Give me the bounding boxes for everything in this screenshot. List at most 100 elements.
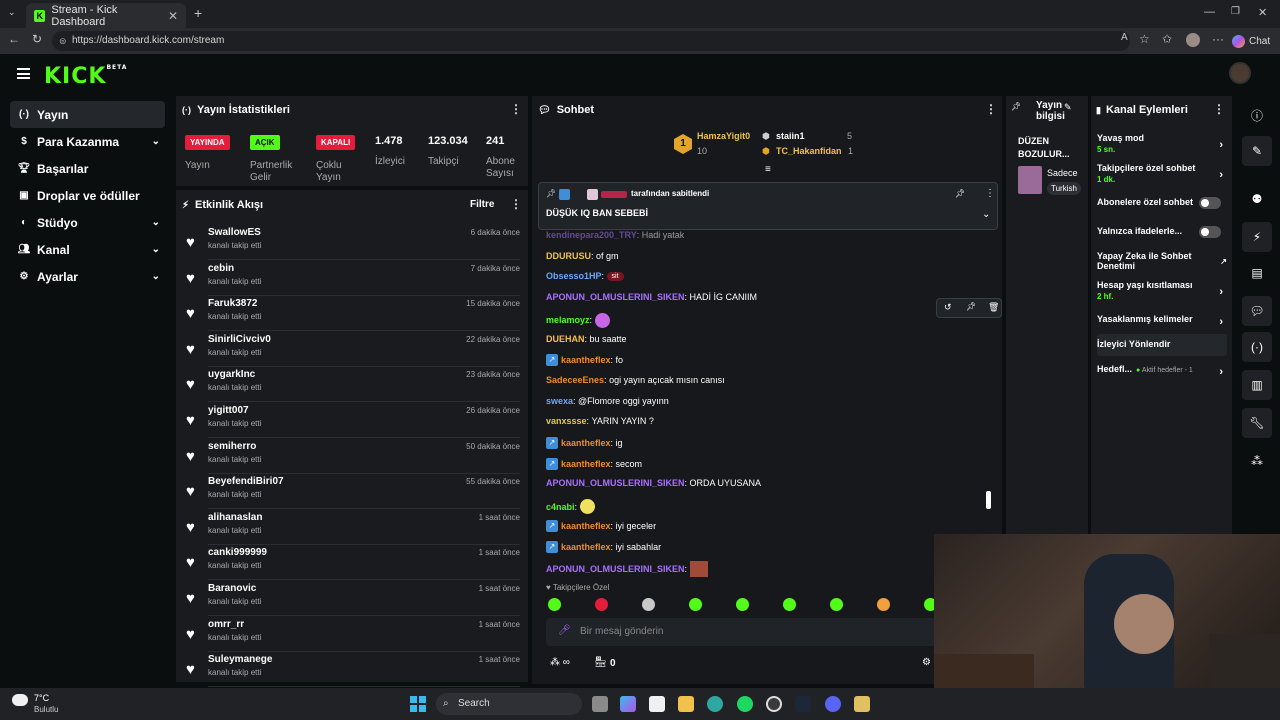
edge-browser-icon[interactable] xyxy=(707,696,723,712)
chat-message[interactable]: DUEHAN: bu saatte xyxy=(546,334,627,344)
emote-shortcut-icon[interactable] xyxy=(736,598,749,611)
chat-message[interactable]: kendinepara200_TRY: Hadi yatak xyxy=(546,230,684,240)
followers-chat-setting[interactable]: Takipçilere özel sohbet 1 dk. › xyxy=(1097,163,1227,184)
chat-username[interactable]: DUEHAN xyxy=(546,334,585,344)
trash-icon[interactable]: 🗑︎ xyxy=(988,302,999,313)
goals-setting[interactable]: Hedefl... ● Aktif hedefler - 1 › xyxy=(1097,364,1227,378)
emote-shortcut-icon[interactable] xyxy=(830,598,843,611)
sidebar-item-basarilar[interactable]: 🏆︎ Başarılar xyxy=(0,155,172,182)
chat-message[interactable]: vanxssse: YARIN YAYIN ? xyxy=(546,416,654,426)
sidebar-item-ayarlar[interactable]: ⚙︎ Ayarlar ⌄ xyxy=(0,263,172,290)
chat-username[interactable]: kaantheflex xyxy=(561,459,611,469)
back-icon[interactable]: ← xyxy=(8,32,20,46)
stats-more-icon[interactable]: ⋮ xyxy=(510,102,522,116)
subs-chat-setting[interactable]: Abonelere özel sohbet xyxy=(1097,197,1227,209)
community-icon[interactable]: ⁂ xyxy=(1242,446,1272,476)
chat-username[interactable]: kaantheflex xyxy=(561,542,611,552)
moderation-icon[interactable]: ⚉ xyxy=(1242,184,1272,214)
info-icon[interactable]: ⓘ xyxy=(1242,100,1272,130)
chat-username[interactable]: APONUN_OLMUSLERINI_SIKEN xyxy=(546,478,685,488)
chat-input[interactable]: 🎤︎ Bir mesaj gönderin xyxy=(546,618,946,646)
chat-message[interactable]: ↗ kaantheflex: ig xyxy=(546,437,623,449)
chat-message[interactable]: ↗ kaantheflex: secom xyxy=(546,457,642,470)
chat-username[interactable]: Obsesso1HP xyxy=(546,271,602,281)
filter-button[interactable]: Filtre xyxy=(470,199,494,210)
chat-username[interactable]: DDURUSU xyxy=(546,251,591,261)
chat-message[interactable]: ↗ kaantheflex: iyi geceler xyxy=(546,519,656,532)
chat-username[interactable]: melamoyz xyxy=(546,315,590,325)
chat-message[interactable]: melamoyz: xyxy=(546,312,610,328)
subs-chat-toggle[interactable] xyxy=(1199,197,1221,209)
emote-shortcut-icon[interactable] xyxy=(642,598,655,611)
chat-username[interactable]: kaantheflex xyxy=(561,438,611,448)
user-avatar[interactable] xyxy=(1229,62,1251,84)
reload-icon[interactable]: ↻ xyxy=(32,32,42,46)
chat-message[interactable]: APONUN_OLMUSLERINI_SIKEN: HADİ İG CANIIM xyxy=(546,292,757,302)
emote-shortcut-icon[interactable] xyxy=(689,598,702,611)
second-gifter-name[interactable]: staiin1 xyxy=(776,131,805,141)
chat-message[interactable]: DDURUSU: of gm xyxy=(546,251,619,261)
sidebar-item-para-kazanma[interactable]: $ Para Kazanma ⌄ xyxy=(0,128,172,155)
feed-row[interactable]: ♥ Faruk3872 kanalı takip etti 15 dakika önc… xyxy=(176,295,528,332)
chat-username[interactable]: kaantheflex xyxy=(561,521,611,531)
chat-message[interactable]: swexa: @Flomore oggi yayınn xyxy=(546,396,669,406)
minimize-icon[interactable]: — xyxy=(1204,6,1215,18)
obs-icon[interactable] xyxy=(766,696,782,712)
chat-username[interactable]: vanxssse xyxy=(546,416,587,426)
actions-more-icon[interactable]: ⋮ xyxy=(1213,102,1225,116)
steam-icon[interactable] xyxy=(795,696,811,712)
feed-row[interactable]: ♥ SinirliCivciv0 kanalı takip etti 22 dakik… xyxy=(176,331,528,367)
activity-icon[interactable]: ⚡︎ xyxy=(1242,222,1272,252)
pin-icon[interactable]: 📌︎ xyxy=(966,302,976,311)
windows-start-icon[interactable] xyxy=(410,696,426,712)
ai-moderation-setting[interactable]: Yapay Zeka ile Sohbet Denetimi ↗ xyxy=(1097,251,1227,271)
chat-username[interactable]: SadeceeEnes xyxy=(546,375,604,385)
edit-info-icon[interactable]: ✎ xyxy=(1242,136,1272,166)
collapse-leaderboard-icon[interactable]: ≡ xyxy=(765,164,771,175)
chat-username[interactable]: kendinepara200_TRY xyxy=(546,230,637,240)
pinned-message[interactable]: 📌︎ tarafından sabitlendi DÜŞÜK IQ BAN SE… xyxy=(538,182,998,230)
chat-scrollbar[interactable] xyxy=(986,491,991,509)
chat-message[interactable]: APONUN_OLMUSLERINI_SIKEN: ORDA UYUSANA xyxy=(546,478,761,488)
top-gifter-name[interactable]: HamzaYigit0 xyxy=(697,131,750,141)
microphone-icon[interactable]: 🎤︎ xyxy=(558,625,571,636)
sidebar-item-droplar[interactable]: ▣ Droplar ve ödüller xyxy=(0,182,172,209)
file-explorer-icon[interactable] xyxy=(678,696,694,712)
feed-row[interactable]: ♥ BeyefendiBiri07 kanalı takip etti 55 daki… xyxy=(176,473,528,510)
feed-row[interactable]: ♥ yigitt007 kanalı takip etti 26 dakika önc… xyxy=(176,402,528,438)
task-view-icon[interactable] xyxy=(592,696,608,712)
chat-message[interactable]: APONUN_OLMUSLERINI_SIKEN: xyxy=(546,561,708,578)
favorites-icon[interactable]: ✩ xyxy=(1162,32,1172,46)
feed-row[interactable]: ♥ omrr_rr kanalı takip etti 1 saat önce xyxy=(176,616,528,652)
sidebar-item-yayin[interactable]: (·) Yayın xyxy=(10,101,165,128)
favorite-star-icon[interactable]: ☆ xyxy=(1139,32,1150,46)
copilot-app-icon[interactable] xyxy=(620,696,636,712)
emote-shortcut-icon[interactable] xyxy=(783,598,796,611)
pinned-more-icon[interactable]: ⋮ xyxy=(985,188,995,199)
hamburger-menu-icon[interactable] xyxy=(17,68,30,79)
tab-list-icon[interactable]: ⌄ xyxy=(8,7,16,18)
emotes-only-toggle[interactable] xyxy=(1199,226,1221,238)
chat-users-icon[interactable]: ⁂ ∞ xyxy=(550,657,570,668)
close-tab-icon[interactable]: ✕ xyxy=(168,9,178,23)
site-info-icon[interactable]: ⊜ xyxy=(59,31,67,51)
kick-logo[interactable]: KICKBETA xyxy=(44,64,127,89)
discord-icon[interactable] xyxy=(825,696,841,712)
chevron-down-icon[interactable]: ⌄ xyxy=(982,209,990,220)
feed-row[interactable]: ♥ cebin kanalı takip etti 7 dakika önce xyxy=(176,260,528,296)
chat-message[interactable]: ↗ kaantheflex: iyi sabahlar xyxy=(546,540,661,553)
maximize-icon[interactable]: ❐ xyxy=(1231,6,1240,17)
chat-username[interactable]: APONUN_OLMUSLERINI_SIKEN xyxy=(546,564,685,574)
notes-icon[interactable]: ▤ xyxy=(1242,258,1272,288)
edit-icon[interactable]: ✎ xyxy=(1064,102,1072,113)
chat-username[interactable]: swexa xyxy=(546,396,573,406)
emotes-only-setting[interactable]: Yalnızca ifadelerle... xyxy=(1097,226,1227,238)
app-icon[interactable] xyxy=(854,696,870,712)
chat-message[interactable]: c4nabi: xyxy=(546,499,595,515)
slow-mode-setting[interactable]: Yavaş mod 5 sn. › xyxy=(1097,133,1227,154)
spotify-icon[interactable] xyxy=(737,696,753,712)
emote-shortcut-icon[interactable] xyxy=(595,598,608,611)
feed-row[interactable]: ♥ Suleymanege kanalı takip etti 1 saat önce xyxy=(176,651,528,688)
sidebar-item-kanal[interactable]: 👥︎ Kanal ⌄ xyxy=(0,236,172,263)
feed-row[interactable]: ♥ Baranovic kanalı takip etti 1 saat önce xyxy=(176,580,528,616)
